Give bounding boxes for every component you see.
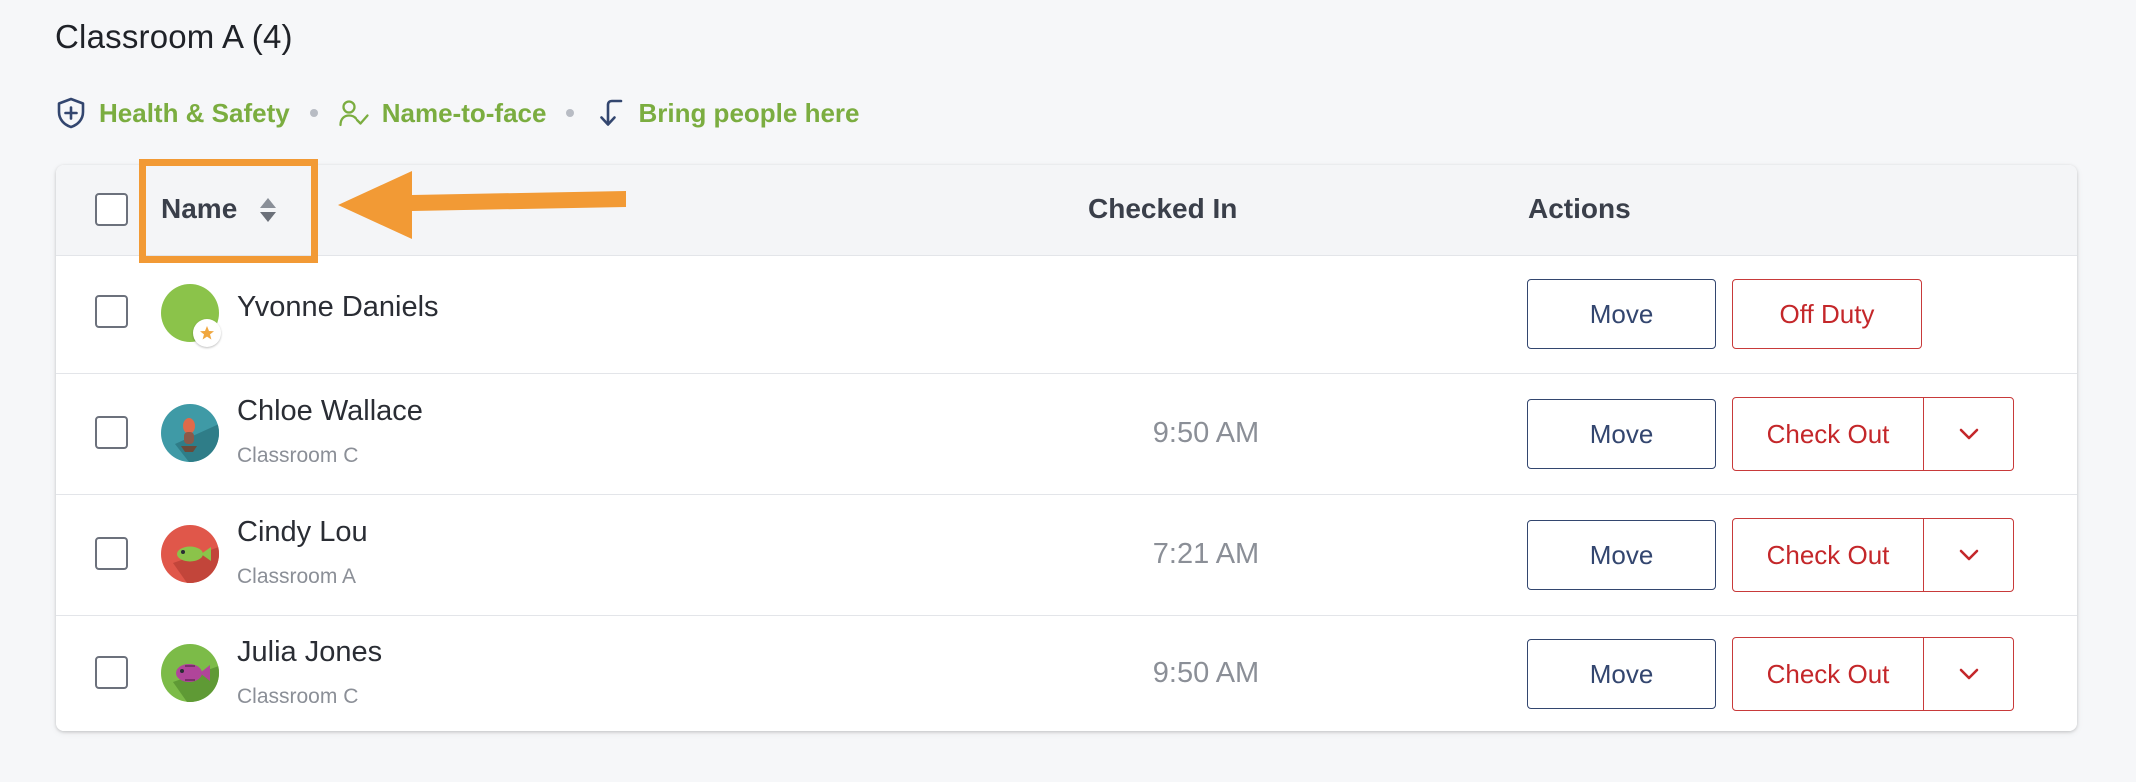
health-safety-label: Health & Safety (99, 97, 290, 128)
chevron-down-icon (1959, 549, 1978, 561)
link-separator (566, 109, 575, 117)
person-name: Cindy Lou (237, 516, 368, 548)
person-name: Yvonne Daniels (237, 291, 439, 323)
check-out-button[interactable]: Check Out (1733, 519, 1924, 591)
table-row: Julia Jones Classroom C 9:50 AM Move Che… (56, 616, 2077, 731)
move-button[interactable]: Move (1527, 520, 1716, 590)
row-checkbox[interactable] (95, 416, 128, 449)
table-row: Yvonne Daniels Move Off Duty (56, 256, 2077, 374)
check-out-button-group: Check Out (1732, 637, 2014, 711)
chevron-down-icon (1959, 428, 1978, 440)
check-out-button[interactable]: Check Out (1733, 638, 1924, 710)
avatar (161, 525, 219, 583)
roster-table: Name Checked In Actions Yvonne Daniels M… (56, 165, 2077, 731)
checked-in-time: 7:21 AM (1152, 538, 1260, 570)
row-checkbox[interactable] (95, 537, 128, 570)
annotation-highlight-box (139, 159, 318, 263)
move-button[interactable]: Move (1527, 639, 1716, 709)
column-header-actions: Actions (1528, 193, 1631, 224)
column-header-checked-in: Checked In (1088, 193, 1238, 224)
person-classroom: Classroom C (237, 444, 359, 467)
avatar (161, 644, 219, 702)
check-out-dropdown[interactable] (1924, 638, 2013, 710)
health-safety-link[interactable]: Health & Safety (55, 97, 290, 129)
select-all-checkbox[interactable] (95, 193, 128, 226)
avatar (161, 404, 219, 462)
row-checkbox[interactable] (95, 656, 128, 689)
name-to-face-label: Name-to-face (381, 97, 547, 128)
move-button[interactable]: Move (1527, 399, 1716, 469)
user-check-icon (338, 97, 370, 129)
bring-people-here-label: Bring people here (638, 97, 860, 128)
bring-people-here-link[interactable]: Bring people here (594, 97, 860, 129)
check-out-dropdown[interactable] (1924, 519, 2013, 591)
row-checkbox[interactable] (95, 295, 128, 328)
check-out-button-group: Check Out (1732, 518, 2014, 592)
check-out-dropdown[interactable] (1924, 398, 2013, 470)
check-out-button[interactable]: Check Out (1733, 398, 1924, 470)
link-separator (309, 109, 318, 117)
table-row: Chloe Wallace Classroom C 9:50 AM Move C… (56, 374, 2077, 495)
star-icon (193, 319, 221, 347)
chevron-down-icon (1959, 668, 1978, 680)
checked-in-time: 9:50 AM (1152, 417, 1260, 449)
checked-in-time: 9:50 AM (1152, 657, 1260, 689)
person-name: Julia Jones (237, 636, 383, 668)
move-button[interactable]: Move (1527, 279, 1716, 349)
person-classroom: Classroom A (237, 565, 357, 588)
quick-links: Health & Safety Name-to-face Bring peopl… (55, 92, 860, 134)
arrow-turn-down-icon (594, 97, 626, 129)
off-duty-button[interactable]: Off Duty (1732, 279, 1922, 349)
person-name: Chloe Wallace (237, 395, 423, 427)
shield-plus-icon (55, 97, 87, 129)
person-classroom: Classroom C (237, 685, 359, 708)
page-title: Classroom A (4) (55, 18, 293, 55)
name-to-face-link[interactable]: Name-to-face (338, 97, 547, 129)
table-row: Cindy Lou Classroom A 7:21 AM Move Check… (56, 495, 2077, 616)
check-out-button-group: Check Out (1732, 397, 2014, 471)
annotation-arrow (338, 171, 626, 239)
